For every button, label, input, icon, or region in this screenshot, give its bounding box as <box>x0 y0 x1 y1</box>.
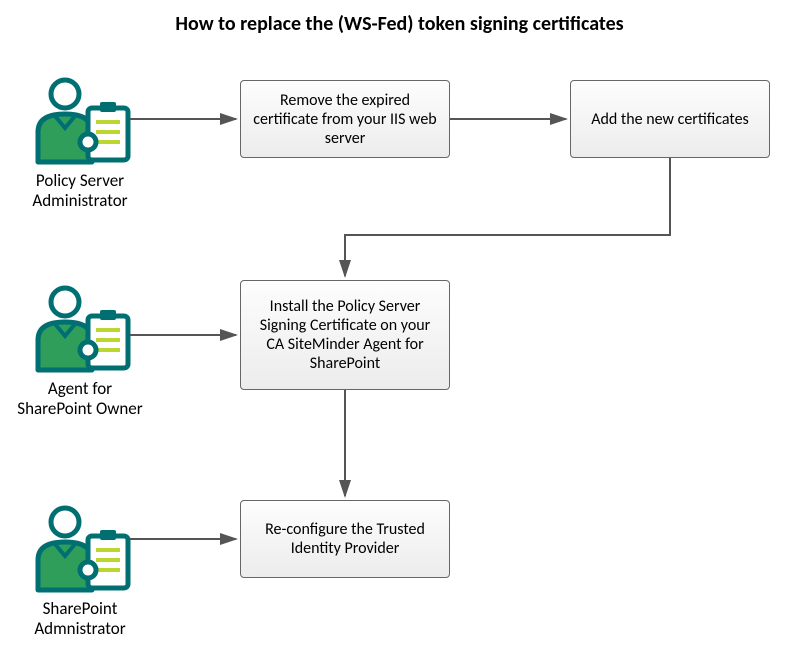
step-label: Re-configure the Trusted Identity Provid… <box>251 520 439 558</box>
step-add-new: Add the new certificates <box>570 80 770 158</box>
actor-policy-server: Policy Server Administrator <box>10 72 150 212</box>
actor-label: Policy Server Administrator <box>10 171 150 212</box>
step-label: Add the new certificates <box>591 110 749 129</box>
step-label: Remove the expired certificate from your… <box>251 91 439 148</box>
arrow <box>345 158 670 276</box>
step-label: Install the Policy Server Signing Certif… <box>251 297 439 373</box>
step-remove-expired: Remove the expired certificate from your… <box>240 80 450 158</box>
diagram-title: How to replace the (WS-Fed) token signin… <box>0 12 799 36</box>
step-reconfigure: Re-configure the Trusted Identity Provid… <box>240 500 450 578</box>
step-install-policy: Install the Policy Server Signing Certif… <box>240 280 450 390</box>
actor-label: Agent for SharePoint Owner <box>10 379 150 420</box>
actor-icon <box>20 280 140 375</box>
actor-sharepoint-admin: SharePoint Admnistrator <box>10 500 150 640</box>
actor-icon <box>20 500 140 595</box>
actor-icon <box>20 72 140 167</box>
actor-label: SharePoint Admnistrator <box>10 599 150 640</box>
actor-agent-owner: Agent for SharePoint Owner <box>10 280 150 420</box>
